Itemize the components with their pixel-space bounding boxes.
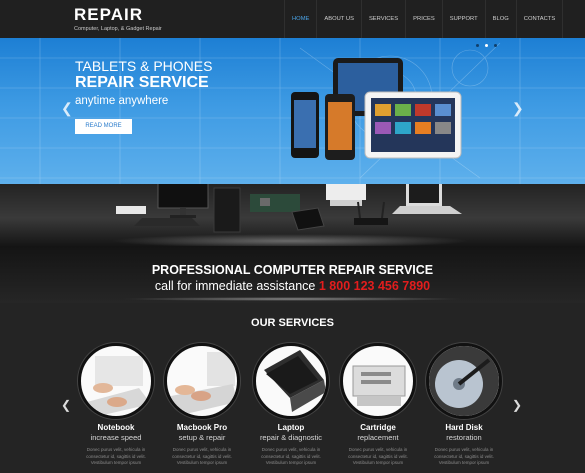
- service-subtitle: increase speed: [90, 433, 142, 442]
- service-title: Hard Disk: [445, 423, 483, 432]
- phone-number[interactable]: 1 800 123 456 7890: [319, 279, 430, 293]
- header: REPAIR Computer, Laptop, & Gadget Repair…: [0, 0, 585, 39]
- service-card-hard-disk[interactable]: Hard Disk restoration Donec purus velit,…: [426, 343, 502, 467]
- equipment-illustration: [116, 184, 462, 233]
- service-card-notebook[interactable]: Notebook increase speed Donec purus veli…: [78, 343, 154, 467]
- devices-illustration: [291, 58, 462, 160]
- slider-dot[interactable]: [476, 44, 479, 47]
- service-image: [340, 343, 416, 419]
- banner-subtitle: call for immediate assistance: [154, 279, 316, 293]
- nav-contacts[interactable]: CONTACTS: [515, 0, 564, 38]
- slider-dot[interactable]: [485, 44, 488, 47]
- service-title: Laptop: [277, 423, 305, 432]
- logo[interactable]: REPAIR Computer, Laptop, & Gadget Repair: [74, 6, 162, 33]
- service-subtitle: restoration: [446, 433, 482, 442]
- chevron-right-icon[interactable]: ❯: [512, 398, 522, 412]
- service-image: [426, 343, 502, 419]
- services-title: OUR SERVICES: [251, 317, 334, 329]
- slider-dot[interactable]: [494, 44, 497, 47]
- nav-about-us[interactable]: ABOUT US: [316, 0, 361, 38]
- equipment-showcase: [0, 184, 585, 248]
- read-more-button[interactable]: READ MORE: [75, 119, 132, 134]
- banner-title: PROFESSIONAL COMPUTER REPAIR SERVICE: [151, 263, 434, 277]
- nav-home[interactable]: HOME: [284, 0, 316, 38]
- service-description: Donec purus velit, vehicula in consectet…: [261, 447, 321, 465]
- service-image: [253, 343, 329, 419]
- call-banner: PROFESSIONAL COMPUTER REPAIR SERVICE cal…: [0, 246, 585, 303]
- logo-tagline: Computer, Laptop, & Gadget Repair: [74, 26, 162, 32]
- service-image: [78, 343, 154, 419]
- service-description: Donec purus velit, vehicula in consectet…: [434, 447, 494, 465]
- nav-blog[interactable]: BLOG: [484, 0, 516, 38]
- service-subtitle: setup & repair: [178, 433, 226, 442]
- hero-slider: ❮ ❯ TABLETS & PHONES REPAIR SERVICE anyt…: [0, 38, 585, 184]
- service-description: Donec purus velit, vehicula in consectet…: [172, 447, 232, 465]
- slider-dots: [476, 44, 497, 47]
- logo-text: REPAIR: [74, 5, 143, 24]
- service-card-macbook-pro[interactable]: Macbook Pro setup & repair Donec purus v…: [164, 343, 240, 467]
- nav-support[interactable]: SUPPORT: [441, 0, 485, 38]
- service-image: [164, 343, 240, 419]
- service-card-laptop[interactable]: Laptop repair & diagnostic Donec purus v…: [253, 343, 329, 467]
- main-nav: HOME ABOUT US SERVICES PRICES SUPPORT BL…: [284, 0, 564, 38]
- nav-prices[interactable]: PRICES: [405, 0, 442, 38]
- service-description: Donec purus velit, vehicula in consectet…: [86, 447, 146, 465]
- service-card-cartridge[interactable]: Cartridge replacement Donec purus velit,…: [340, 343, 416, 467]
- banner-divider: [120, 297, 465, 301]
- nav-services[interactable]: SERVICES: [360, 0, 405, 38]
- chevron-left-icon[interactable]: ❮: [61, 100, 73, 117]
- services-section: OUR SERVICES ❮ ❯ Notebook increase speed…: [0, 303, 585, 473]
- service-subtitle: repair & diagnostic: [259, 433, 323, 442]
- service-title: Notebook: [97, 423, 135, 432]
- hero-tagline: anytime anywhere: [75, 95, 169, 107]
- banner-call-line: call for immediate assistance 1 800 123 …: [0, 279, 585, 293]
- service-title: Macbook Pro: [176, 423, 228, 432]
- service-description: Donec purus velit, vehicula in consectet…: [348, 447, 408, 465]
- chevron-right-icon[interactable]: ❯: [512, 100, 524, 117]
- hero-heading-line1: TABLETS & PHONES: [75, 58, 213, 74]
- service-subtitle: replacement: [357, 433, 399, 442]
- hero-heading-line2: REPAIR SERVICE: [75, 74, 209, 91]
- chevron-left-icon[interactable]: ❮: [61, 398, 71, 412]
- service-title: Cartridge: [360, 423, 396, 432]
